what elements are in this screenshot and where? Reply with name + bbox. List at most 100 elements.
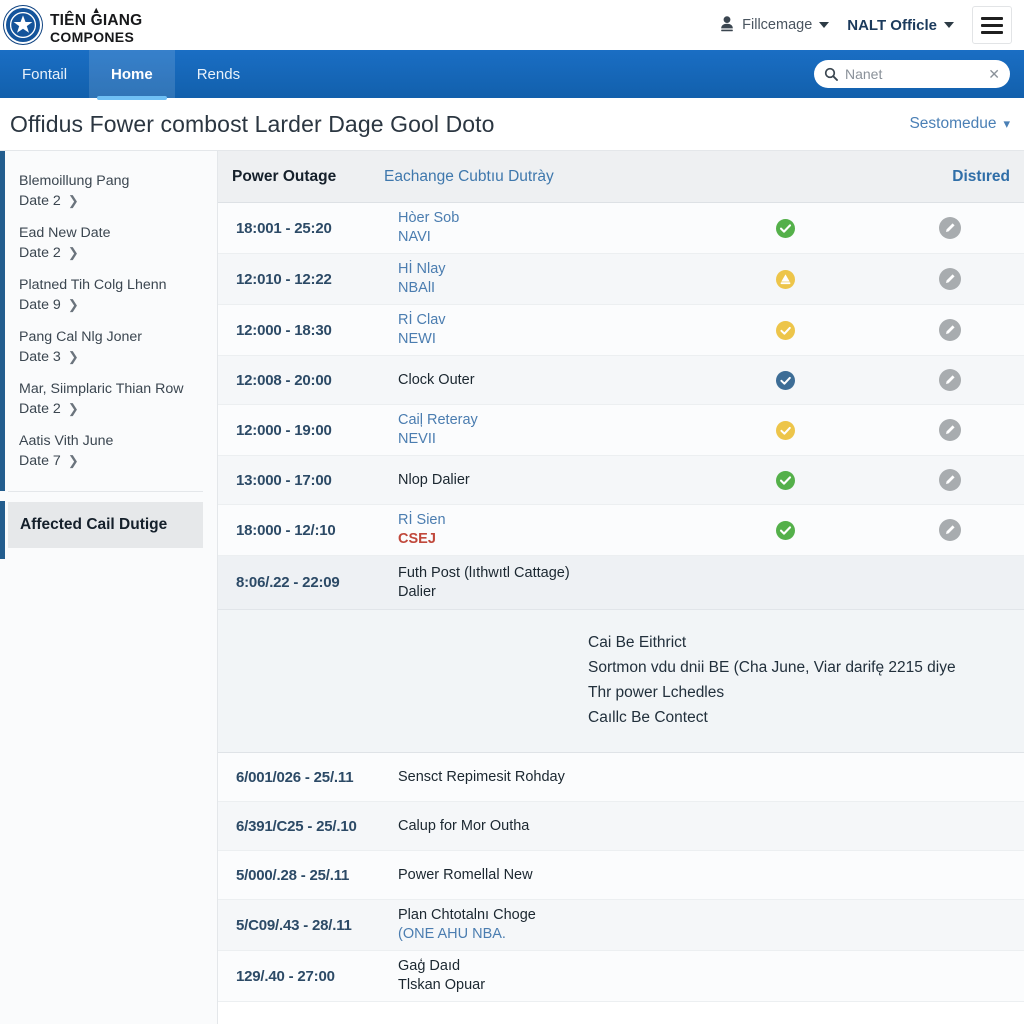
search-input[interactable]: Nanet ✕ xyxy=(814,60,1010,88)
chevron-right-icon: ❯ xyxy=(67,245,79,260)
detail-line-0: Cai Be Eithrict xyxy=(588,634,687,651)
detail-line-2: Thr power Lchedles xyxy=(588,684,725,701)
table-header-district: Distıred xyxy=(952,167,1010,185)
account-menu[interactable]: Fillcemage xyxy=(719,15,830,36)
edit-pencil-icon[interactable] xyxy=(939,469,961,491)
table-row[interactable]: 12:000 - 19:00 Caiļ Reteray NEVII xyxy=(218,405,1024,456)
row-desc-line2: Tlskan Opuar xyxy=(398,977,486,993)
row-action[interactable] xyxy=(890,217,1010,239)
row-desc: Caiļ Reteray NEVII xyxy=(388,411,770,449)
detail-row-line2: Dalier xyxy=(398,583,436,600)
table-row[interactable]: 5/C09/.43 - 28/.11 Plan Chtotalnı Choge … xyxy=(218,900,1024,951)
row-time: 5/C09/.43 - 28/.11 xyxy=(236,916,352,934)
page-title-row: Offidus Fower combost Larder Dage Gool D… xyxy=(0,98,1024,150)
hamburger-line xyxy=(981,23,1003,27)
sidebar-item-title: Blemoillung Pang xyxy=(19,173,130,189)
sidebar-item-4[interactable]: Mar, Siimplaric Thian Row Date 2 ❯ xyxy=(0,373,217,425)
sidebar-item-2[interactable]: Platned Tih Colg Lhenn Date 9 ❯ xyxy=(0,269,217,321)
sidebar-item-1[interactable]: Ead New Date Date 2 ❯ xyxy=(0,217,217,269)
row-desc-line2: NEVII xyxy=(398,431,436,447)
sidebar-item-5[interactable]: Aatis Vith June Date 7 ❯ xyxy=(0,425,217,477)
table-row[interactable]: 12:008 - 20:00 Clock Outer xyxy=(218,356,1024,405)
row-action[interactable] xyxy=(890,369,1010,391)
sidebar-item-title: Ead New Date xyxy=(19,225,111,241)
table-row[interactable]: 129/.40 - 27:00 Gaģ Daıd Tlskan Opuar xyxy=(218,951,1024,1002)
row-desc-line2: NEWI xyxy=(398,331,436,347)
sidebar-item-date-label: Date 2 xyxy=(19,401,61,417)
row-action[interactable] xyxy=(890,469,1010,491)
row-time: 12:000 - 18:30 xyxy=(236,321,332,339)
sidebar-item-date-label: Date 3 xyxy=(19,349,61,365)
row-status xyxy=(770,520,890,540)
edit-pencil-icon[interactable] xyxy=(939,419,961,441)
detail-row-line1: Futh Post (lıthwıtl Cattage) xyxy=(398,564,570,581)
sidebar-item-title: Platned Tih Colg Lhenn xyxy=(19,277,167,293)
chevron-down-icon xyxy=(819,22,830,28)
edit-pencil-icon[interactable] xyxy=(939,319,961,341)
hamburger-menu-icon[interactable] xyxy=(972,6,1012,44)
nav-tab-label: Home xyxy=(111,65,153,83)
table-row[interactable]: 18:000 - 12/:10 Rİ Sien CSEJ xyxy=(218,505,1024,556)
row-action[interactable] xyxy=(890,519,1010,541)
chevron-down-icon xyxy=(944,22,954,28)
nav-tab-home[interactable]: Home xyxy=(89,50,175,100)
row-time: 18:000 - 12/:10 xyxy=(236,521,336,539)
search-icon xyxy=(824,67,838,81)
edit-pencil-icon[interactable] xyxy=(939,519,961,541)
sidebar-divider xyxy=(8,491,203,492)
nav-bar: Fontail Home Rends Nanet ✕ xyxy=(0,50,1024,100)
account-label: Fillcemage xyxy=(742,17,813,33)
table-row[interactable]: 6/391/C25 - 25/.10 Calup for Mor Outha xyxy=(218,802,1024,851)
nav-tab-fontail[interactable]: Fontail xyxy=(0,50,89,98)
search-value: Nanet xyxy=(845,66,883,82)
nav-tab-rends[interactable]: Rends xyxy=(175,50,262,98)
row-desc: Clock Outer xyxy=(388,371,770,390)
amber-alert-icon xyxy=(776,269,795,289)
table-row[interactable]: 5/000/.28 - 25/.11 Power Romellal New xyxy=(218,851,1024,900)
row-time: 129/.40 - 27:00 xyxy=(236,967,335,985)
brand-text: ▲ TIÊN GIANG COMPONES xyxy=(50,6,142,44)
row-desc-line1: Plan Chtotalnı Choge xyxy=(398,907,536,923)
row-desc-line1: Hİ Nlay xyxy=(398,261,446,277)
row-desc: Nlop Dalier xyxy=(388,471,770,490)
row-status xyxy=(770,218,890,238)
sidebar-item-affected-cail-dutige[interactable]: Affected Cail Dutige xyxy=(8,502,203,548)
table-row[interactable]: 18:001 - 25:20 Hòer Sob NAVI xyxy=(218,203,1024,254)
sidebar-item-date-label: Date 9 xyxy=(19,297,61,313)
detail-row-header[interactable]: 8:06/.22 - 22:09 Futh Post (lıthwıtl Cat… xyxy=(218,556,1024,610)
table-row[interactable]: 12:010 - 12:22 Hİ Nlay NBAlI xyxy=(218,254,1024,305)
app-window: ▲ TIÊN GIANG COMPONES Fillcemage NALT Of… xyxy=(0,0,1024,1024)
office-menu[interactable]: NALT Officle xyxy=(847,17,954,34)
detail-row-time: 8:06/.22 - 22:09 xyxy=(236,574,340,591)
row-action[interactable] xyxy=(890,319,1010,341)
close-icon[interactable]: ✕ xyxy=(988,66,1000,83)
table-row[interactable]: 13:000 - 17:00 Nlop Dalier xyxy=(218,456,1024,505)
chevron-right-icon: ❯ xyxy=(67,401,79,416)
table-header-power-outage: Power Outage xyxy=(232,167,337,185)
row-action[interactable] xyxy=(890,419,1010,441)
sidebar-item-title: Pang Cal Nlg Joner xyxy=(19,329,143,345)
brand[interactable]: ▲ TIÊN GIANG COMPONES xyxy=(4,6,142,44)
table-header-exchange: Eachange Cubtıu Dutrày xyxy=(384,167,554,185)
sidebar-item-0[interactable]: Blemoillung Pang Date 2 ❯ xyxy=(0,165,217,217)
sidebar-item-3[interactable]: Pang Cal Nlg Joner Date 3 ❯ xyxy=(0,321,217,373)
sidebar-item-date-label: Date 7 xyxy=(19,453,61,469)
sidebar-item-date: Date 2 ❯ xyxy=(19,243,207,263)
edit-pencil-icon[interactable] xyxy=(939,217,961,239)
table-row[interactable]: 12:000 - 18:30 Rİ Clav NEWI xyxy=(218,305,1024,356)
schedule-dropdown[interactable]: Sestomedue ▾ xyxy=(909,115,1010,133)
table-row[interactable]: 6/001/026 - 25/.11 Sensct Repimesit Rohd… xyxy=(218,753,1024,802)
row-action[interactable] xyxy=(890,268,1010,290)
row-desc-line1: Hòer Sob xyxy=(398,210,460,226)
edit-pencil-icon[interactable] xyxy=(939,369,961,391)
sidebar-item-date: Date 3 ❯ xyxy=(19,347,207,367)
row-desc: Hòer Sob NAVI xyxy=(388,209,770,247)
chevron-right-icon: ❯ xyxy=(67,453,79,468)
row-desc-line1: Power Romellal New xyxy=(398,866,533,883)
sidebar: Blemoillung Pang Date 2 ❯ Ead New Date D… xyxy=(0,151,218,1024)
detail-panel: Cai Be Eithrict Sortmon vdu dnii BE (Cha… xyxy=(218,610,1024,753)
row-desc-line1: Rİ Sien xyxy=(398,512,446,528)
amber-check-icon xyxy=(776,320,795,340)
row-desc: Hİ Nlay NBAlI xyxy=(388,260,770,298)
edit-pencil-icon[interactable] xyxy=(939,268,961,290)
